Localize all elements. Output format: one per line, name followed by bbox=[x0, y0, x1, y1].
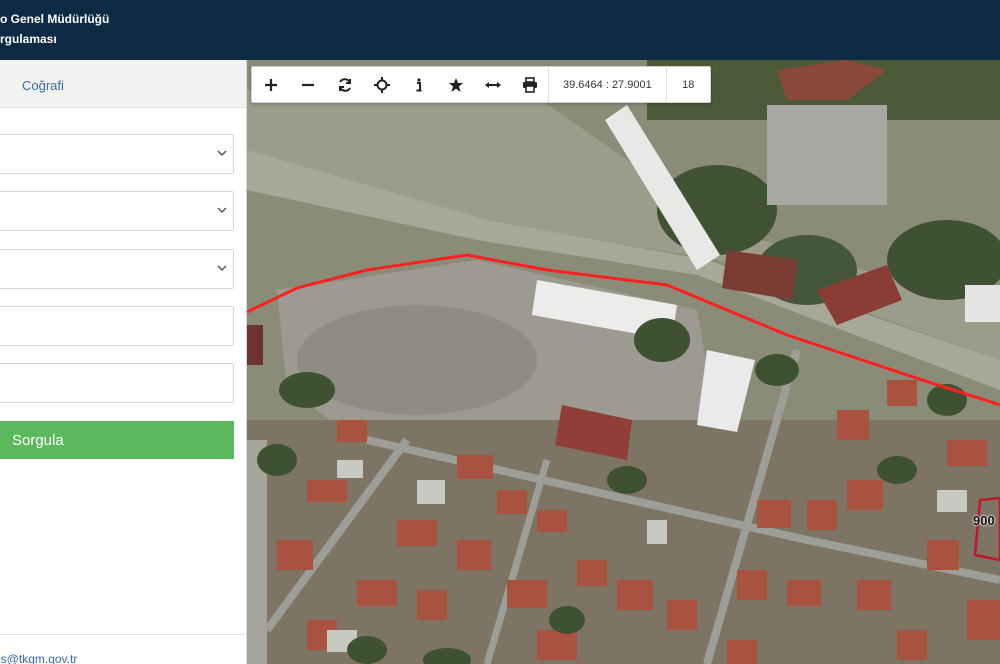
favorite-button[interactable] bbox=[437, 67, 474, 102]
tab-cografi[interactable]: Coğrafi bbox=[22, 78, 64, 93]
app-header: o Genel Müdürlüğü rgulaması bbox=[0, 0, 1000, 60]
info-icon bbox=[416, 77, 421, 91]
satellite-imagery bbox=[247, 60, 1000, 664]
parcel-number-label: 900 bbox=[973, 513, 995, 528]
print-icon bbox=[522, 76, 537, 93]
query-sidebar: ‹ Coğrafi Sorgula ps@tkgm.gov.tr bbox=[0, 60, 247, 664]
refresh-icon bbox=[338, 77, 351, 92]
zoom-level-readout: 18 bbox=[665, 67, 710, 102]
text-input-1[interactable] bbox=[0, 306, 234, 346]
zoom-out-icon bbox=[301, 83, 314, 86]
measure-button[interactable] bbox=[474, 67, 511, 102]
chevron-down-icon bbox=[217, 265, 227, 272]
select-field-3[interactable] bbox=[0, 249, 234, 289]
info-button[interactable] bbox=[400, 67, 437, 102]
select-field-1[interactable] bbox=[0, 134, 234, 174]
header-title: o Genel Müdürlüğü bbox=[0, 12, 110, 26]
contact-email-link[interactable]: ps@tkgm.gov.tr bbox=[0, 652, 77, 664]
zoom-in-icon bbox=[264, 78, 277, 91]
header-subtitle: rgulaması bbox=[0, 32, 57, 46]
favorite-star-icon bbox=[448, 77, 463, 92]
zoom-out-button[interactable] bbox=[289, 67, 326, 102]
coordinate-readout: 39.6464 : 27.9001 bbox=[548, 67, 666, 102]
refresh-button[interactable] bbox=[326, 67, 363, 102]
locate-icon bbox=[373, 76, 390, 93]
measure-icon bbox=[484, 81, 501, 88]
sidebar-footer: ps@tkgm.gov.tr bbox=[0, 634, 246, 664]
locate-button[interactable] bbox=[363, 67, 400, 102]
select-field-2[interactable] bbox=[0, 191, 234, 231]
map-view[interactable]: 39.6464 : 27.9001 18 900 bbox=[247, 60, 1000, 664]
chevron-down-icon bbox=[217, 150, 227, 157]
chevron-down-icon bbox=[217, 207, 227, 214]
zoom-in-button[interactable] bbox=[252, 67, 289, 102]
query-button[interactable]: Sorgula bbox=[0, 421, 234, 459]
print-button[interactable] bbox=[511, 67, 548, 102]
map-toolbar: 39.6464 : 27.9001 18 bbox=[251, 66, 711, 103]
sidebar-tabs: ‹ Coğrafi bbox=[0, 60, 246, 108]
text-input-2[interactable] bbox=[0, 363, 234, 403]
